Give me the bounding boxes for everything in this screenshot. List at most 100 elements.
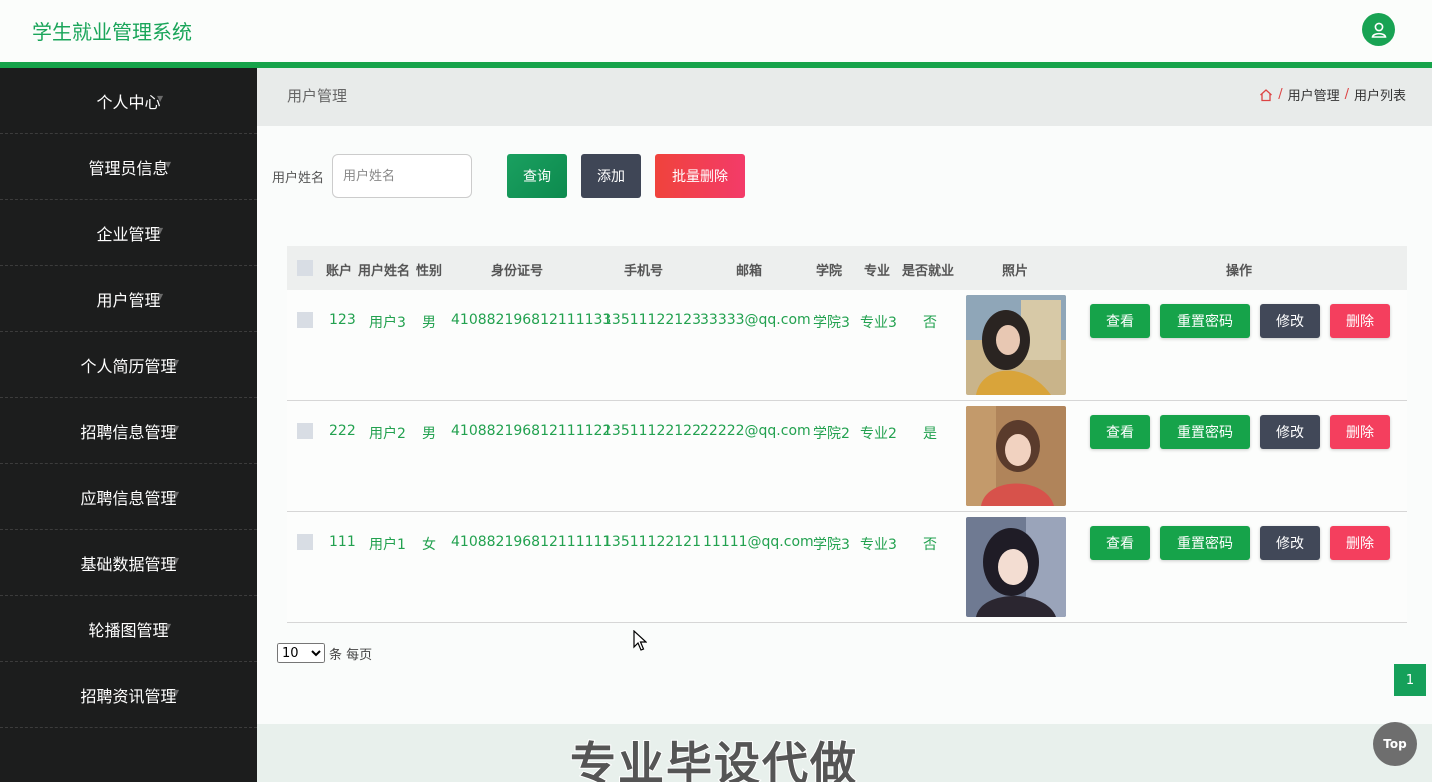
phone-cell: 13511122123 (603, 312, 701, 328)
home-icon[interactable] (1259, 88, 1273, 102)
sidebar-item-personal-center[interactable]: 个人中心 ▼ (0, 68, 257, 134)
sidebar-item-label: 轮播图管理 (88, 620, 169, 640)
caret-down-icon: ▼ (165, 160, 172, 169)
page-title: 用户管理 (287, 87, 348, 105)
column-header: 学院 (816, 264, 843, 279)
name-cell: 用户2 (369, 426, 406, 442)
select-all-checkbox[interactable] (297, 260, 313, 276)
email-cell: 22222@qq.com (700, 423, 811, 439)
main-content: 用户管理 / 用户管理 / 用户列表 用户姓名 查询 添加 批量删除 账户 用户… (257, 68, 1432, 782)
id-number-cell: 410882196812111111 (451, 534, 612, 550)
delete-button[interactable]: 删除 (1330, 415, 1390, 449)
sidebar-item-job-posting[interactable]: 招聘信息管理 ▼ (0, 398, 257, 464)
edit-button[interactable]: 修改 (1260, 304, 1320, 338)
sidebar-item-label: 个人中心 (96, 92, 161, 112)
user-avatar-button[interactable] (1362, 13, 1395, 46)
table-row: 222 用户2 男 410882196812111122 13511122122… (287, 401, 1407, 512)
column-header: 身份证号 (491, 264, 544, 279)
mouse-cursor-icon (633, 630, 647, 651)
view-button[interactable]: 查看 (1090, 415, 1150, 449)
edit-button[interactable]: 修改 (1260, 526, 1320, 560)
reset-password-button[interactable]: 重置密码 (1160, 415, 1250, 449)
caret-down-icon: ▼ (157, 292, 164, 301)
edit-button[interactable]: 修改 (1260, 415, 1320, 449)
sidebar-item-company[interactable]: 企业管理 ▼ (0, 200, 257, 266)
sidebar-item-users[interactable]: 用户管理 ▼ (0, 266, 257, 332)
footer-band: 专业毕设代做 (257, 724, 1432, 782)
sidebar-item-label: 基础数据管理 (80, 554, 177, 574)
major-cell: 专业3 (860, 315, 897, 331)
caret-down-icon: ▼ (173, 556, 180, 565)
phone-cell: 13511122122 (603, 423, 701, 439)
sidebar-item-label: 企业管理 (96, 224, 161, 244)
row-checkbox[interactable] (297, 312, 313, 328)
column-header: 用户姓名 (358, 264, 411, 279)
account-cell: 123 (329, 312, 356, 328)
reset-password-button[interactable]: 重置密码 (1160, 304, 1250, 338)
sidebar-item-carousel[interactable]: 轮播图管理 ▼ (0, 596, 257, 662)
id-number-cell: 410882196812111122 (451, 423, 612, 439)
college-cell: 学院3 (813, 537, 850, 553)
caret-down-icon: ▼ (173, 490, 180, 499)
add-button[interactable]: 添加 (581, 154, 641, 198)
email-cell: 11111@qq.com (703, 534, 814, 550)
delete-button[interactable]: 删除 (1330, 304, 1390, 338)
breadcrumb: / 用户管理 / 用户列表 (1259, 85, 1406, 104)
page-header: 用户管理 / 用户管理 / 用户列表 (257, 68, 1432, 126)
sidebar-item-applications[interactable]: 应聘信息管理 ▼ (0, 464, 257, 530)
user-icon (1371, 22, 1386, 38)
caret-down-icon: ▼ (173, 688, 180, 697)
phone-cell: 13511122121 (603, 534, 701, 550)
sidebar-item-admin-info[interactable]: 管理员信息 ▼ (0, 134, 257, 200)
account-cell: 111 (329, 534, 356, 550)
top-header: 学生就业管理系统 (0, 0, 1432, 62)
reset-password-button[interactable]: 重置密码 (1160, 526, 1250, 560)
delete-button[interactable]: 删除 (1330, 526, 1390, 560)
row-checkbox[interactable] (297, 534, 313, 550)
sidebar-item-base-data[interactable]: 基础数据管理 ▼ (0, 530, 257, 596)
sidebar-item-label: 用户管理 (96, 290, 161, 310)
table-header: 账户 用户姓名 性别 身份证号 手机号 邮箱 学院 专业 是否就业 照片 操作 (287, 246, 1407, 290)
college-cell: 学院3 (813, 315, 850, 331)
college-cell: 学院2 (813, 426, 850, 442)
major-cell: 专业2 (860, 426, 897, 442)
sidebar-item-label: 个人简历管理 (80, 356, 177, 376)
column-header: 照片 (1002, 264, 1029, 279)
caret-down-icon: ▼ (157, 94, 164, 103)
employed-cell: 否 (923, 315, 937, 331)
user-table: 账户 用户姓名 性别 身份证号 手机号 邮箱 学院 专业 是否就业 照片 操作 … (287, 246, 1407, 623)
app-title: 学生就业管理系统 (32, 20, 192, 44)
sidebar-item-resume[interactable]: 个人简历管理 ▼ (0, 332, 257, 398)
caret-down-icon: ▼ (165, 622, 172, 631)
breadcrumb-separator: / (1344, 87, 1349, 102)
email-cell: 33333@qq.com (700, 312, 811, 328)
gender-cell: 女 (422, 537, 436, 553)
watermark-text: 专业毕设代做 (569, 736, 858, 782)
breadcrumb-item[interactable]: 用户管理 (1288, 85, 1340, 104)
sidebar-item-news[interactable]: 招聘资讯管理 ▼ (0, 662, 257, 728)
pagination: 10 条 每页 (277, 643, 372, 663)
gender-cell: 男 (422, 315, 436, 331)
user-photo (966, 406, 1066, 506)
sidebar-item-label: 管理员信息 (88, 158, 169, 178)
major-cell: 专业3 (860, 537, 897, 553)
view-button[interactable]: 查看 (1090, 526, 1150, 560)
view-button[interactable]: 查看 (1090, 304, 1150, 338)
caret-down-icon: ▼ (157, 226, 164, 235)
caret-down-icon: ▼ (173, 358, 180, 367)
search-input[interactable] (332, 154, 472, 198)
employed-cell: 否 (923, 537, 937, 553)
page-size-select[interactable]: 10 (277, 643, 325, 663)
query-button[interactable]: 查询 (507, 154, 567, 198)
sidebar-item-label: 招聘信息管理 (80, 422, 177, 442)
column-header: 操作 (1226, 264, 1253, 279)
column-header: 专业 (864, 264, 891, 279)
back-to-top-button[interactable]: Top (1373, 722, 1417, 766)
sidebar-item-label: 应聘信息管理 (80, 488, 177, 508)
name-cell: 用户1 (369, 537, 406, 553)
sidebar-item-label: 招聘资讯管理 (80, 686, 177, 706)
gender-cell: 男 (422, 426, 436, 442)
batch-delete-button[interactable]: 批量删除 (655, 154, 745, 198)
row-checkbox[interactable] (297, 423, 313, 439)
page-number-button[interactable]: 1 (1394, 664, 1426, 696)
